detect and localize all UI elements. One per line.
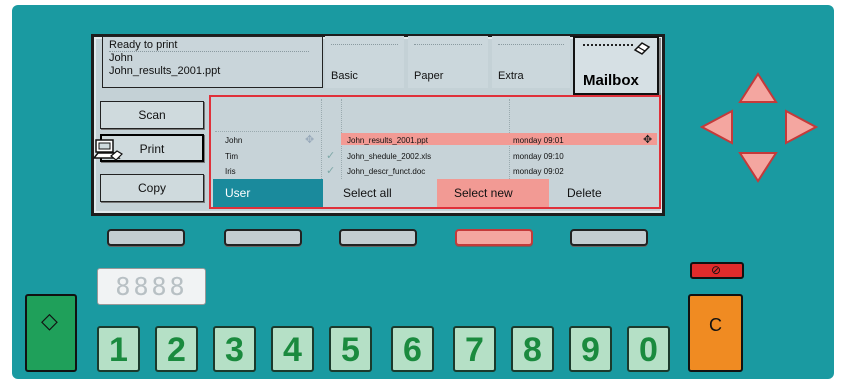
select-all-button[interactable]: Select all <box>341 179 427 207</box>
delete-button[interactable]: Delete <box>565 179 645 207</box>
file-name[interactable]: John_descr_funct.doc <box>347 167 425 176</box>
arrow-up-icon[interactable] <box>738 72 778 104</box>
key-5[interactable]: 5 <box>329 326 372 372</box>
key-4[interactable]: 4 <box>271 326 314 372</box>
scan-label: Scan <box>138 108 166 122</box>
arrow-right-icon[interactable] <box>784 109 818 145</box>
tab-extra[interactable]: Extra <box>492 36 570 88</box>
scan-button[interactable]: Scan <box>100 101 204 129</box>
tab-paper-label: Paper <box>414 70 444 82</box>
softkey-2[interactable] <box>224 229 302 246</box>
status-box: Ready to print John John_results_2001.pp… <box>102 36 323 88</box>
mailbox-dotline <box>583 44 633 46</box>
tab-extra-dotline <box>498 44 564 45</box>
column-divider <box>321 99 322 179</box>
status-line-3: John_results_2001.ppt <box>109 65 221 77</box>
key-9[interactable]: 9 <box>569 326 612 372</box>
file-name[interactable]: John_shedule_2002.xls <box>347 152 431 161</box>
softkey-4[interactable] <box>455 229 533 246</box>
status-line-2: John <box>109 52 133 64</box>
select-new-label: Select new <box>454 186 513 200</box>
tab-basic-label: Basic <box>331 70 358 82</box>
key-3[interactable]: 3 <box>213 326 256 372</box>
select-all-label: Select all <box>343 186 392 200</box>
mailbox-label: Mailbox <box>583 72 639 89</box>
key-0[interactable]: 0 <box>627 326 670 372</box>
stop-button[interactable]: ⊘ <box>690 262 744 279</box>
arrow-down-icon[interactable] <box>738 151 778 183</box>
check-icon: ✓ <box>326 165 336 177</box>
user-button[interactable]: User <box>213 179 323 207</box>
file-time: monday 09:02 <box>513 167 564 176</box>
file-name[interactable]: John_results_2001.ppt <box>347 136 428 145</box>
start-icon: ◇ <box>41 308 58 333</box>
user-name-john[interactable]: John <box>225 136 242 145</box>
softkey-5[interactable] <box>570 229 648 246</box>
select-new-button[interactable]: Select new <box>437 179 549 207</box>
key-7[interactable]: 7 <box>453 326 496 372</box>
key-1[interactable]: 1 <box>97 326 140 372</box>
job-list: John Tim Iris ✥ ✓ ✓ John_results_2001.pp… <box>209 95 661 209</box>
softkey-1[interactable] <box>107 229 185 246</box>
counter-display: 8888 <box>97 268 206 305</box>
user-name-tim[interactable]: Tim <box>225 152 238 161</box>
tab-extra-label: Extra <box>498 70 524 82</box>
copy-label: Copy <box>137 181 166 195</box>
softkey-3[interactable] <box>339 229 417 246</box>
key-6[interactable]: 6 <box>391 326 434 372</box>
key-2[interactable]: 2 <box>155 326 198 372</box>
delete-label: Delete <box>567 186 602 200</box>
eraser-icon <box>633 42 651 55</box>
status-line-1: Ready to print <box>109 39 309 52</box>
tab-basic[interactable]: Basic <box>325 36 404 88</box>
row-divider <box>215 131 319 132</box>
tab-basic-dotline <box>331 44 398 45</box>
copy-button[interactable]: Copy <box>100 174 204 202</box>
file-time: monday 09:01 <box>513 136 564 145</box>
user-button-label: User <box>225 186 251 200</box>
stop-icon: ⊘ <box>711 263 722 277</box>
start-button[interactable]: ◇ <box>25 294 77 372</box>
mailbox-button[interactable]: Mailbox <box>573 36 659 95</box>
computer-icon <box>93 139 123 161</box>
tab-paper[interactable]: Paper <box>408 36 488 88</box>
move-icon: ✥ <box>305 134 315 146</box>
arrow-left-icon[interactable] <box>700 109 734 145</box>
print-label: Print <box>139 142 165 156</box>
user-name-iris[interactable]: Iris <box>225 167 236 176</box>
key-8[interactable]: 8 <box>511 326 554 372</box>
file-time: monday 09:10 <box>513 152 564 161</box>
clear-button[interactable]: C <box>688 294 743 372</box>
tab-paper-dotline <box>414 44 482 45</box>
move-icon[interactable]: ✥ <box>643 133 652 146</box>
check-icon: ✓ <box>326 150 336 162</box>
